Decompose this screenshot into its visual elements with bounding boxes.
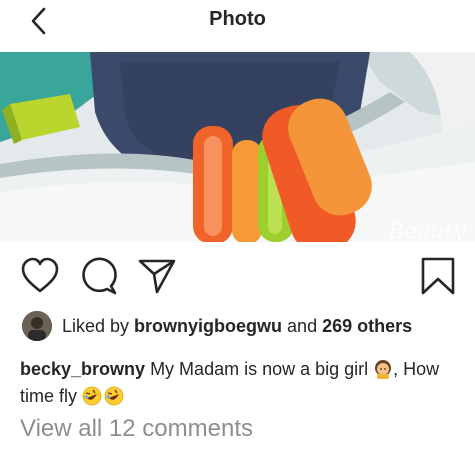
top-bar: Photo <box>0 0 475 44</box>
comment-button[interactable] <box>78 256 118 296</box>
watermark: Beauty <box>387 219 466 242</box>
share-button[interactable] <box>137 256 177 296</box>
likes-summary: Liked by brownyigboegwu and 269 others <box>22 310 412 342</box>
likes-count[interactable]: 269 others <box>322 316 412 336</box>
caption-username[interactable]: becky_browny <box>20 359 145 379</box>
avatar[interactable] <box>22 311 52 341</box>
comment-icon <box>82 257 117 295</box>
likes-text: Liked by brownyigboegwu and 269 others <box>62 316 412 337</box>
save-button[interactable] <box>418 256 458 296</box>
liker-username[interactable]: brownyigboegwu <box>134 316 282 336</box>
heart-icon <box>21 257 59 293</box>
caption-text: My Madam is now a big girl <box>145 359 374 379</box>
rofl-emoji-icon <box>104 386 124 406</box>
avatar-image <box>22 311 52 341</box>
send-icon <box>138 259 176 294</box>
view-comments-link[interactable]: View all 12 comments <box>20 415 253 443</box>
bookmark-icon <box>421 257 455 295</box>
rofl-emoji-icon <box>82 386 102 406</box>
post-photo[interactable]: Beauty <box>0 52 475 242</box>
post-actions <box>0 256 475 300</box>
photo-image: Beauty <box>0 52 475 242</box>
likes-prefix: Liked by <box>62 315 135 336</box>
post-caption: becky_browny My Madam is now a big girl … <box>20 356 465 410</box>
likes-middle: and <box>282 315 323 336</box>
page-title: Photo <box>209 8 266 30</box>
like-button[interactable] <box>20 256 60 296</box>
girl-emoji-icon <box>375 360 392 379</box>
